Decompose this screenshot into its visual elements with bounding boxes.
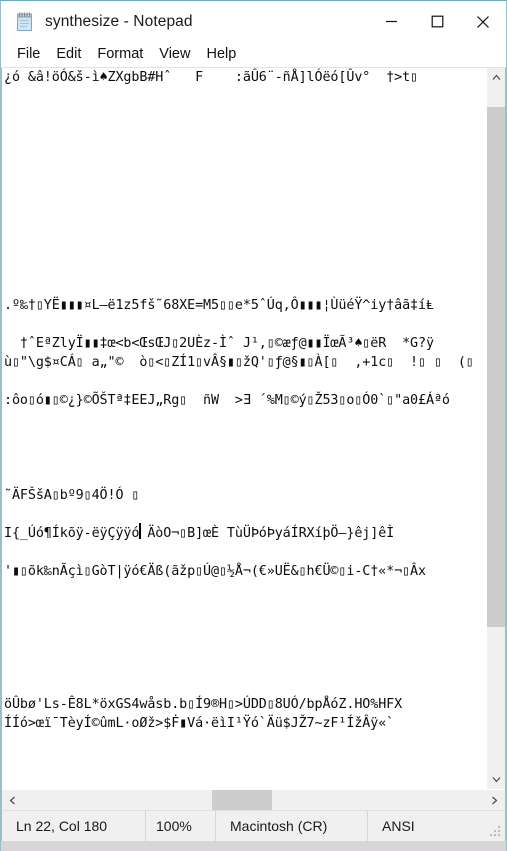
text-line: ˜ÄFŠšA▯bº9▯4Ö!Ó ▯ <box>4 488 140 503</box>
menu-item-format[interactable]: Format <box>89 44 151 65</box>
status-cursor-position: Ln 22, Col 180 <box>2 810 146 842</box>
status-line-ending: Macintosh (CR) <box>216 810 368 842</box>
menu-item-help[interactable]: Help <box>198 44 244 65</box>
text-line <box>4 619 486 638</box>
close-icon <box>477 15 489 28</box>
editor-row: ¿ó &â!öÓ&š-ì♠ZXgbB#Hˆ F :ãÛ6¨-ñÅ]lÓëó[Ûv… <box>2 68 505 789</box>
scroll-left-button[interactable] <box>2 790 23 810</box>
scroll-down-button[interactable] <box>487 770 505 789</box>
scroll-right-button[interactable] <box>484 790 505 810</box>
text-line <box>4 429 486 448</box>
text-line <box>4 106 486 125</box>
text-line <box>4 676 486 695</box>
text-line <box>4 239 486 258</box>
text-line <box>4 258 486 277</box>
text-input-area[interactable]: ¿ó &â!öÓ&š-ì♠ZXgbB#Hˆ F :ãÛ6¨-ñÅ]lÓëó[Ûv… <box>2 68 486 789</box>
maximize-icon <box>431 15 443 28</box>
resize-grip-icon[interactable] <box>489 825 502 838</box>
chevron-right-icon <box>492 796 498 804</box>
chevron-left-icon <box>9 796 15 804</box>
window-controls <box>368 1 506 42</box>
text-cursor <box>139 523 141 539</box>
minimize-icon <box>385 20 397 23</box>
notepad-window: synthesize - Notepad File Edit Format Vi… <box>0 0 507 851</box>
window-title: synthesize - Notepad <box>45 12 193 30</box>
text-line <box>4 657 486 676</box>
menu-bar: File Edit Format View Help <box>1 42 506 68</box>
text-line <box>4 220 486 239</box>
text-line: I{_Úó¶Íkõÿ-ëÿÇÿÿó ÄòO¬▯B]œÈ TùÜÞóÞyáÍRXí… <box>4 526 395 541</box>
notepad-icon <box>14 11 36 33</box>
menu-item-view[interactable]: View <box>151 44 198 65</box>
text-line <box>4 505 486 524</box>
text-line <box>4 372 486 391</box>
text-line: ù▯"\g$¤CÁ▯ a„"© ò▯<▯ZÍ1▯vÂ§▮▯žQ'▯ƒ@§▮▯À[… <box>4 355 474 370</box>
horizontal-scroll-thumb[interactable] <box>212 790 272 810</box>
scroll-up-button[interactable] <box>487 68 505 87</box>
text-line: †ˆEªZlyÏ▮▮‡œ<b<ŒsŒJ▯2UÈz-Ìˆ J¹,▯©æƒ@▮▮Ïœ… <box>4 336 434 351</box>
minimize-button[interactable] <box>368 1 414 42</box>
menu-item-file[interactable]: File <box>9 44 48 65</box>
text-line <box>4 600 486 619</box>
text-line: ¿ó &â!öÓ&š-ì♠ZXgbB#Hˆ F :ãÛ6¨-ñÅ]lÓëó[Ûv… <box>4 70 419 85</box>
title-bar[interactable]: synthesize - Notepad <box>1 1 506 42</box>
text-line <box>4 144 486 163</box>
status-zoom-level[interactable]: 100% <box>146 810 216 842</box>
window-bottom-edge <box>1 841 506 851</box>
text-line <box>4 277 486 296</box>
text-line <box>4 182 486 201</box>
vertical-scroll-track[interactable] <box>487 87 505 770</box>
close-button[interactable] <box>460 1 506 42</box>
status-bar: Ln 22, Col 180 100% Macintosh (CR) ANSI <box>1 810 506 842</box>
text-line: '▮▯õk‰nÃçì▯GòT|ÿó€Äß(ãžp▯Ú@▯½Å¬(€»UË&▯h€… <box>4 564 426 579</box>
text-line <box>4 201 486 220</box>
text-line <box>4 581 486 600</box>
text-line <box>4 410 486 429</box>
maximize-button[interactable] <box>414 1 460 42</box>
text-line: öÛbø'Ls-Ê8L*öxGS4wåsb.b▯Í9®H▯>ÚDD▯8UÓ/bp… <box>4 697 403 712</box>
status-encoding: ANSI <box>382 818 415 834</box>
vertical-scrollbar[interactable] <box>486 68 505 789</box>
text-line <box>4 315 486 334</box>
text-lines: ¿ó &â!öÓ&š-ì♠ZXgbB#Hˆ F :ãÛ6¨-ñÅ]lÓëó[Ûv… <box>4 68 486 733</box>
text-line: .º‰†▯YË▮▮▮¤L–ë1z5fš˜68XE=M5▯▯e*5ˆÚq,Ô▮▮▮… <box>4 298 434 313</box>
text-line <box>4 125 486 144</box>
vertical-scroll-thumb[interactable] <box>487 107 505 627</box>
text-line <box>4 638 486 657</box>
editor-area: ¿ó &â!öÓ&š-ì♠ZXgbB#Hˆ F :ãÛ6¨-ñÅ]lÓëó[Ûv… <box>1 68 506 810</box>
chevron-up-icon <box>492 74 500 80</box>
text-line <box>4 448 486 467</box>
text-line <box>4 87 486 106</box>
menu-item-edit[interactable]: Edit <box>48 44 89 65</box>
chevron-down-icon <box>492 777 500 783</box>
text-line <box>4 163 486 182</box>
text-line <box>4 467 486 486</box>
text-line <box>4 543 486 562</box>
text-line: :ôo▯ó▮▯©¿}©ÕŠTª‡EEJ„Rg▯ ñW >Ǝ ´%M▯©ý▯Ž53… <box>4 393 450 408</box>
text-line: ÍÍó>œï¯TèyÍ©ûmL·oØž>$Ḟ▮Vá·ëìI¹Ÿó`Äü$JŽ7~… <box>4 716 395 731</box>
horizontal-scroll-track[interactable] <box>23 790 484 810</box>
horizontal-scrollbar[interactable] <box>2 789 505 810</box>
